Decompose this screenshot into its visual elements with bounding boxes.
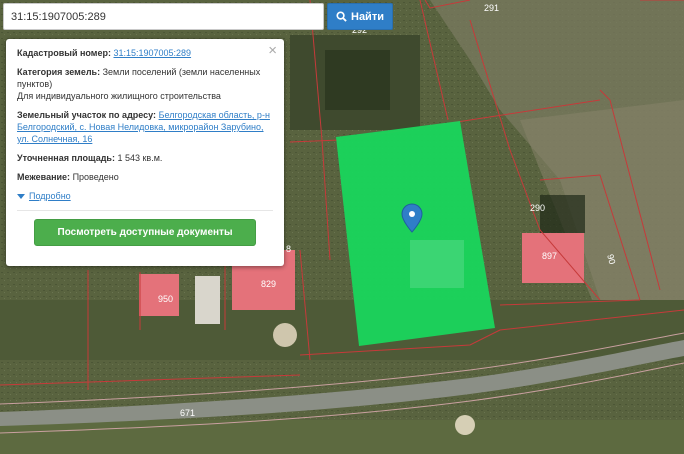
search-input[interactable]: [3, 3, 324, 30]
label-291: 291: [484, 3, 499, 13]
divider: [17, 210, 273, 211]
survey-label: Межевание:: [17, 172, 71, 182]
building-shed: [195, 276, 220, 324]
label-950: 950: [158, 294, 173, 304]
garden-plot: [325, 50, 390, 110]
close-icon[interactable]: ×: [268, 43, 277, 58]
usage-value: Для индивидуального жилищного строительс…: [17, 91, 221, 101]
view-documents-button[interactable]: Посмотреть доступные документы: [34, 219, 256, 246]
search-bar: Найти: [3, 3, 393, 30]
category-label: Категория земель:: [17, 67, 101, 77]
more-toggle[interactable]: Подробно: [17, 190, 273, 202]
search-button[interactable]: Найти: [327, 3, 393, 30]
survey-row: Межевание: Проведено: [17, 171, 273, 183]
area-value: 1 543 кв.м.: [117, 153, 163, 163]
search-icon: [336, 11, 347, 22]
cadastral-link[interactable]: 31:15:1907005:289: [113, 48, 191, 58]
label-290: 290: [530, 203, 545, 213]
building-shadow: [540, 195, 585, 233]
yard-round: [273, 323, 297, 347]
label-829: 829: [261, 279, 276, 289]
category-row: Категория земель: Земли поселений (земли…: [17, 66, 273, 102]
cadastral-label: Кадастровый номер:: [17, 48, 111, 58]
address-label: Земельный участок по адресу:: [17, 110, 157, 120]
label-8: 8: [286, 244, 291, 254]
more-link[interactable]: Подробно: [29, 190, 71, 202]
area-label: Уточненная площадь:: [17, 153, 115, 163]
cadastral-row: Кадастровый номер: 31:15:1907005:289: [17, 47, 273, 59]
yard-round-2: [455, 415, 475, 435]
triangle-down-icon: [17, 193, 25, 199]
search-button-label: Найти: [351, 10, 384, 23]
survey-value: Проведено: [72, 172, 119, 182]
parcel-house: [410, 240, 464, 288]
parcel-info-popup: × Кадастровый номер: 31:15:1907005:289 К…: [6, 39, 284, 266]
bottom-field: [0, 420, 684, 454]
lower-field: [0, 300, 684, 360]
area-row: Уточненная площадь: 1 543 кв.м.: [17, 152, 273, 164]
label-671: 671: [180, 408, 195, 418]
address-row: Земельный участок по адресу: Белгородска…: [17, 109, 273, 145]
label-897: 897: [542, 251, 557, 261]
